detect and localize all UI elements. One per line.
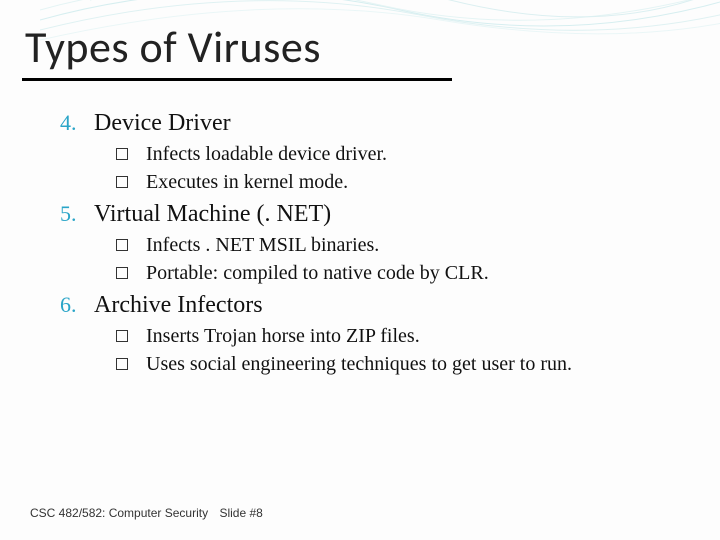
footer: CSC 482/582: Computer Security Slide #8 <box>30 506 263 520</box>
content-area: 4. Device Driver Infects loadable device… <box>60 110 690 383</box>
footer-course: CSC 482/582: Computer Security <box>30 506 208 520</box>
sub-item: Infects loadable device driver. <box>116 141 690 167</box>
list-item: 4. Device Driver Infects loadable device… <box>60 110 690 195</box>
sub-item: Infects . NET MSIL binaries. <box>116 232 690 258</box>
sub-text: Uses social engineering techniques to ge… <box>146 351 572 377</box>
footer-slide-number: Slide #8 <box>219 506 262 520</box>
item-label: Archive Infectors <box>94 292 263 319</box>
sub-item: Executes in kernel mode. <box>116 169 690 195</box>
item-label: Virtual Machine (. NET) <box>94 201 331 228</box>
list-item: 6. Archive Infectors Inserts Trojan hors… <box>60 292 690 377</box>
checkbox-icon <box>116 239 128 251</box>
list-item: 5. Virtual Machine (. NET) Infects . NET… <box>60 201 690 286</box>
checkbox-icon <box>116 267 128 279</box>
slide-title: Types of Viruses <box>25 20 321 74</box>
sub-text: Portable: compiled to native code by CLR… <box>146 260 489 286</box>
sub-text: Infects . NET MSIL binaries. <box>146 232 379 258</box>
checkbox-icon <box>116 176 128 188</box>
item-number: 6. <box>60 292 94 318</box>
checkbox-icon <box>116 358 128 370</box>
checkbox-icon <box>116 330 128 342</box>
item-number: 5. <box>60 201 94 227</box>
item-number: 4. <box>60 110 94 136</box>
sub-text: Executes in kernel mode. <box>146 169 348 195</box>
sub-text: Infects loadable device driver. <box>146 141 387 167</box>
sub-item: Inserts Trojan horse into ZIP files. <box>116 323 690 349</box>
checkbox-icon <box>116 148 128 160</box>
item-label: Device Driver <box>94 110 231 137</box>
sub-text: Inserts Trojan horse into ZIP files. <box>146 323 420 349</box>
sub-item: Uses social engineering techniques to ge… <box>116 351 690 377</box>
sub-item: Portable: compiled to native code by CLR… <box>116 260 690 286</box>
title-underline <box>22 78 452 81</box>
